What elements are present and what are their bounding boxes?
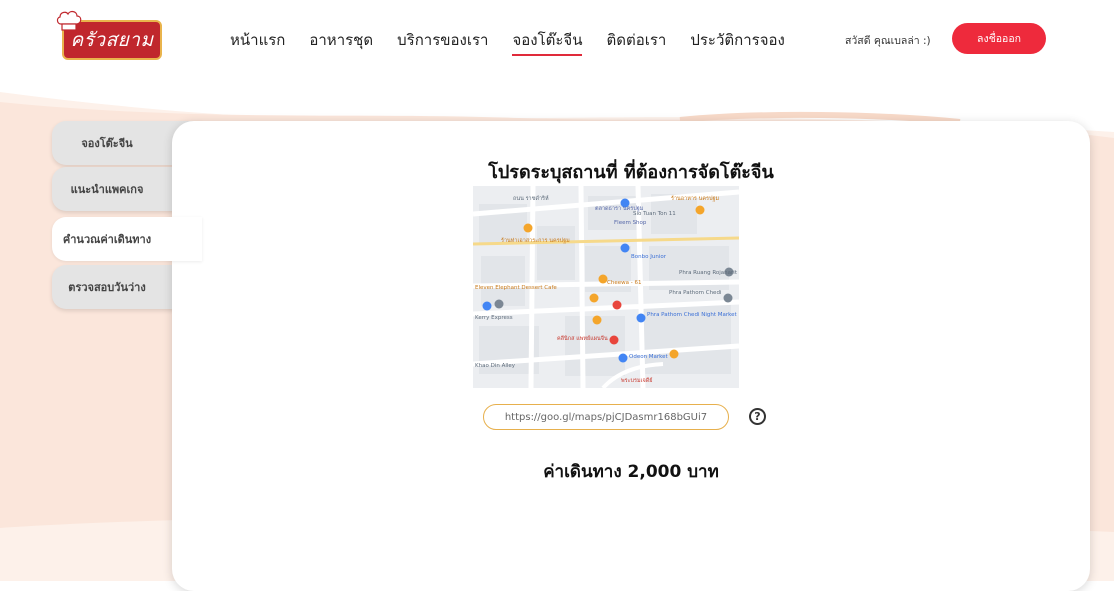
- site-header: ครัวสยาม หน้าแรก อาหารชุด บริการของเรา จ…: [0, 0, 1114, 80]
- map-url-input[interactable]: [483, 404, 729, 430]
- svg-text:Eleven Elephant Dessert Cafe: Eleven Elephant Dessert Cafe: [475, 285, 557, 291]
- nav-item-contact[interactable]: ติดต่อเรา: [606, 28, 666, 54]
- nav-item-home[interactable]: หน้าแรก: [230, 28, 285, 54]
- tab-calculate-travel-cost[interactable]: คำนวณค่าเดินทาง: [52, 217, 202, 261]
- travel-cost-result: ค่าเดินทาง 2,000 บาท: [543, 462, 719, 482]
- logo[interactable]: ครัวสยาม: [56, 10, 162, 60]
- user-greeting: สวัสดี คุณเบลล่า :): [845, 35, 931, 47]
- svg-text:ร้านท่าเอาสาระการ นครปฐม: ร้านท่าเอาสาระการ นครปฐม: [501, 237, 570, 244]
- page-title: โปรดระบุสถานที่ ที่ต้องการจัดโต๊ะจีน: [488, 162, 774, 183]
- main-card: โปรดระบุสถานที่ ที่ต้องการจัดโต๊ะจีน ถนน…: [172, 121, 1090, 591]
- location-map[interactable]: ถนน ราชดำริห์ ตลาดธารา นครปฐม Sio Tuan T…: [473, 186, 739, 388]
- nav-item-booking-history[interactable]: ประวัติการจอง: [690, 28, 784, 54]
- nav-item-set-menu[interactable]: อาหารชุด: [309, 28, 373, 54]
- svg-text:Cheewa - 61: Cheewa - 61: [607, 280, 641, 286]
- svg-text:Sio Tuan Ton 11: Sio Tuan Ton 11: [633, 211, 676, 217]
- main-nav: หน้าแรก อาหารชุด บริการของเรา จองโต๊ะจีน…: [230, 28, 809, 56]
- logout-button[interactable]: ลงชื่อออก: [952, 23, 1046, 54]
- svg-text:Phra Pathom Chedi: Phra Pathom Chedi: [669, 290, 722, 296]
- svg-text:Fleem Shop: Fleem Shop: [614, 220, 647, 226]
- chef-hat-icon: [56, 10, 82, 31]
- svg-text:คลีนิกส แพทย์แผนจีน: คลีนิกส แพทย์แผนจีน: [557, 335, 608, 342]
- svg-text:Khao Din Alley: Khao Din Alley: [475, 363, 516, 369]
- svg-text:Kerry Express: Kerry Express: [475, 315, 513, 321]
- svg-text:Bonbo Junior: Bonbo Junior: [631, 254, 667, 260]
- svg-text:ร้านอาหาร นครปฐม: ร้านอาหาร นครปฐม: [671, 195, 720, 202]
- svg-text:Odeon Market: Odeon Market: [629, 354, 669, 360]
- nav-item-services[interactable]: บริการของเรา: [397, 28, 488, 54]
- help-circle-icon[interactable]: ?: [749, 408, 766, 425]
- nav-item-book-table[interactable]: จองโต๊ะจีน: [512, 28, 583, 56]
- svg-text:Phra Ruang Rojanarit: Phra Ruang Rojanarit: [679, 270, 738, 276]
- svg-text:ถนน ราชดำริห์: ถนน ราชดำริห์: [513, 195, 549, 202]
- svg-text:Phra Pathom Chedi Night Market: Phra Pathom Chedi Night Market: [647, 312, 737, 318]
- svg-text:พระบรมเจดีย์: พระบรมเจดีย์: [621, 377, 653, 384]
- logo-text: ครัวสยาม: [70, 29, 154, 51]
